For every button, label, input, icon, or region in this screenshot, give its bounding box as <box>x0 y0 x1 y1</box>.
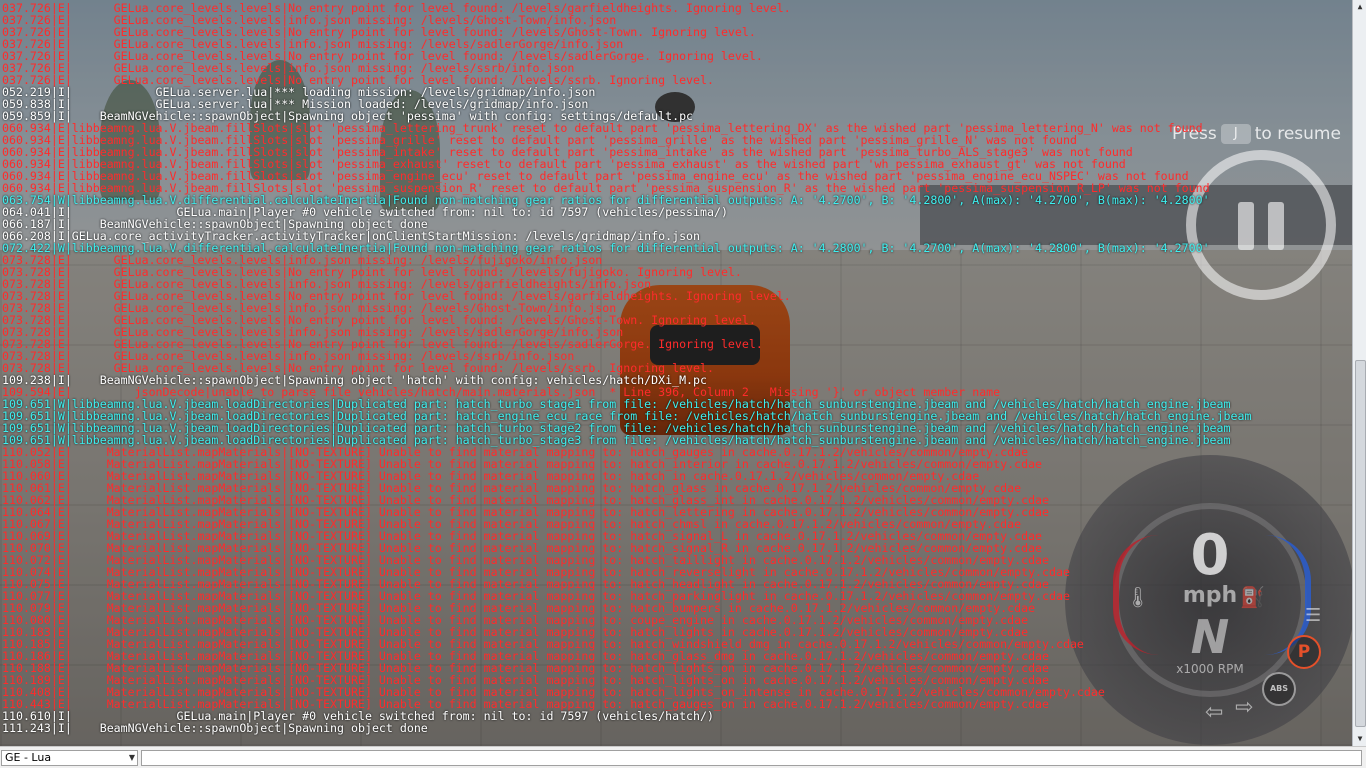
console-command-input[interactable] <box>141 750 1362 766</box>
scrollbar-thumb[interactable] <box>1355 360 1366 727</box>
console-scrollbar[interactable]: ▲ ▼ <box>1352 0 1366 746</box>
scroll-down-arrow-icon[interactable]: ▼ <box>1353 732 1366 746</box>
scroll-up-arrow-icon[interactable]: ▲ <box>1353 0 1366 14</box>
console-context-select[interactable]: GE - Lua ▼ <box>1 750 138 766</box>
console-context-value: GE - Lua <box>5 751 52 764</box>
console-input-bar: GE - Lua ▼ <box>0 746 1366 768</box>
log-line: 111.243|I| BeamNGVehicle::spawnObject|Sp… <box>2 721 428 735</box>
console-log[interactable]: 037.726|E| GELua.core_levels.levels|No e… <box>2 2 1352 738</box>
chevron-down-icon[interactable]: ▼ <box>129 751 135 765</box>
